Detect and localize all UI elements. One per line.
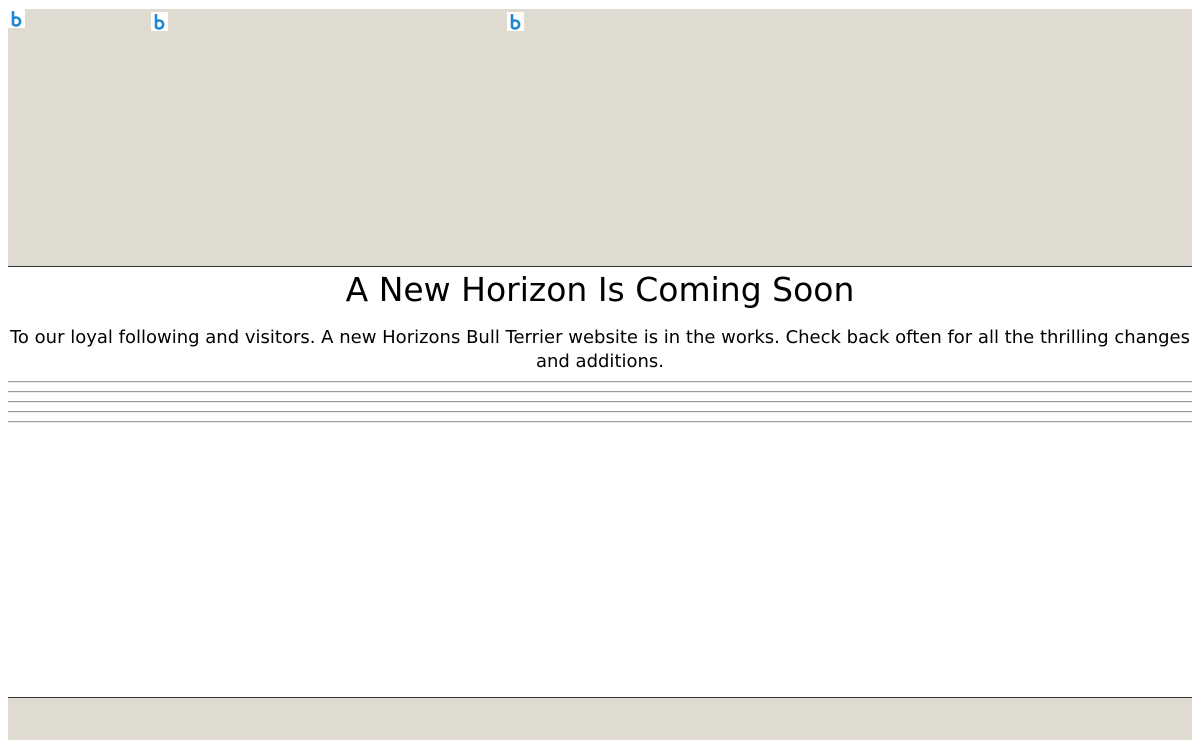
broken-image-icon — [507, 12, 524, 31]
page-title: A New Horizon Is Coming Soon — [345, 270, 855, 309]
header-banner — [8, 9, 1192, 267]
page: A New Horizon Is Coming Soon To our loya… — [0, 0, 1200, 740]
broken-image-icon — [8, 9, 25, 28]
broken-image-icon — [151, 12, 168, 31]
horizontal-divider — [8, 401, 1192, 403]
horizontal-divider — [8, 381, 1192, 383]
intro-paragraph: To our loyal following and visitors. A n… — [10, 327, 1190, 372]
horizontal-divider — [8, 391, 1192, 393]
horizontal-divider — [8, 411, 1192, 413]
footer-banner — [8, 697, 1192, 740]
horizontal-divider — [8, 421, 1192, 423]
